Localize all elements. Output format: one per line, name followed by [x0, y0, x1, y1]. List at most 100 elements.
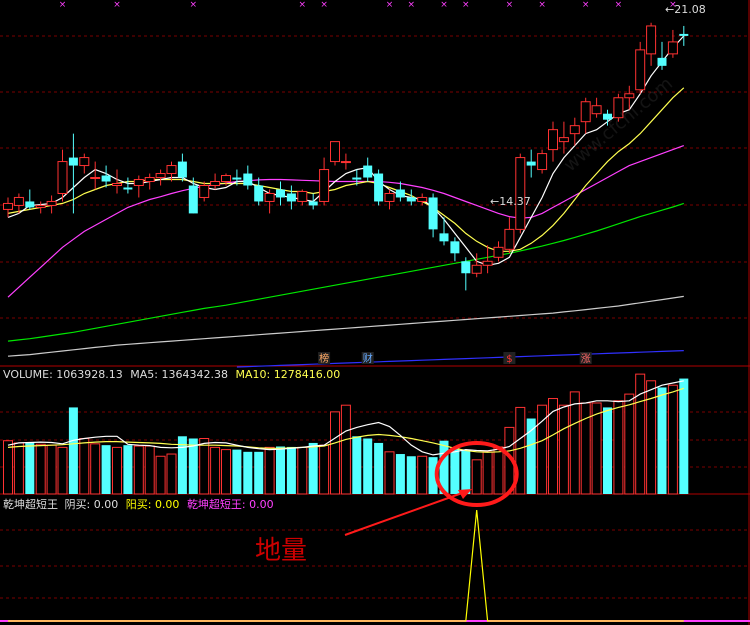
candle-body	[417, 196, 428, 202]
candle-body	[286, 193, 296, 202]
event-tag: 涨	[581, 353, 591, 365]
candle-body	[3, 202, 13, 210]
candle-body	[363, 165, 373, 178]
volume-bar	[79, 438, 90, 495]
event-tag: 榜	[319, 352, 329, 365]
candle-body	[199, 185, 210, 198]
candle-body	[35, 204, 46, 208]
volume-bar	[276, 446, 285, 494]
volume-ma10-label: MA10:	[235, 368, 271, 381]
candle-body	[406, 197, 416, 202]
candle-body	[90, 177, 101, 180]
volume-bar	[243, 451, 253, 494]
top-marker-x: ×	[320, 0, 328, 10]
candle-body	[264, 192, 275, 202]
candle-body	[558, 137, 569, 143]
volume-bar	[13, 442, 24, 495]
top-marker-x: ×	[440, 0, 448, 10]
volume-label: VOLUME:	[3, 368, 53, 381]
volume-bar	[363, 438, 373, 494]
yinbuy-label: 阴买:	[64, 498, 91, 511]
volume-bar	[657, 387, 667, 494]
volume-bar	[297, 446, 308, 495]
volume-bar	[264, 446, 275, 495]
volume-header: VOLUME: 1063928.13 MA5: 1364342.38 MA10:…	[3, 368, 340, 381]
volume-bar	[471, 459, 482, 495]
candle-body	[68, 157, 78, 166]
volume-ma5-label: MA5:	[130, 368, 158, 381]
candle-body	[515, 157, 526, 230]
volume-bar	[101, 445, 111, 494]
candle-body	[13, 196, 24, 206]
candle-body	[569, 125, 580, 135]
top-marker-x: ×	[299, 0, 307, 10]
volume-bar	[558, 404, 569, 495]
volume-bar	[374, 442, 384, 494]
volume-bar	[286, 446, 296, 494]
candle-body	[450, 241, 460, 254]
volume-bar	[112, 446, 122, 495]
candle-body	[352, 177, 362, 180]
event-tag: $	[506, 354, 512, 365]
candle-body	[243, 173, 253, 186]
volume-bar	[133, 445, 144, 495]
candle-body	[395, 189, 405, 198]
volume-bar	[144, 445, 155, 495]
volume-bar	[569, 391, 580, 495]
volume-bar	[493, 446, 504, 495]
volume-bar	[3, 440, 13, 495]
event-tag: 财	[363, 352, 373, 365]
candle-body	[580, 101, 591, 123]
candle-body	[188, 185, 198, 214]
volume-ma5-value: 1364342.38	[161, 368, 228, 381]
volume-bar	[308, 442, 318, 494]
candle-body	[166, 165, 177, 175]
candle-body	[297, 190, 308, 202]
candle-body	[493, 246, 504, 258]
top-marker-x: ×	[190, 0, 198, 10]
candle-body	[112, 183, 122, 186]
top-marker-x: ×	[506, 0, 514, 10]
candle-body	[482, 260, 493, 266]
volume-bar	[319, 444, 330, 495]
indicator-name2-label: 乾坤超短王:	[186, 498, 246, 511]
volume-value: 1063928.13	[56, 368, 123, 381]
candle-body	[548, 129, 558, 151]
yinbuy-value: 0.00	[93, 498, 119, 511]
top-marker-x: ×	[462, 0, 470, 10]
candle-body	[428, 197, 438, 230]
candle-body	[537, 153, 548, 171]
yangbuy-value: 0.00	[154, 498, 180, 511]
volume-bar	[123, 445, 133, 494]
volume-bar	[352, 436, 362, 494]
volume-bar	[46, 444, 57, 495]
candle-body	[439, 233, 449, 242]
volume-bar	[210, 446, 221, 495]
volume-bar	[450, 447, 460, 494]
volume-bar	[254, 451, 264, 494]
volume-bar	[90, 443, 101, 495]
volume-bar	[57, 446, 68, 495]
annotation-text: 地量	[255, 536, 308, 566]
top-marker-x: ×	[408, 0, 416, 10]
candle-body	[133, 179, 144, 186]
volume-bar	[679, 378, 689, 494]
candle-body	[504, 228, 515, 250]
candle-body	[646, 25, 657, 55]
volume-bar	[395, 454, 405, 494]
candle-body	[177, 161, 187, 178]
high-price-label: ←21.08	[665, 3, 706, 16]
volume-bar	[417, 455, 428, 495]
candle-body	[624, 93, 635, 99]
candle-body	[46, 200, 57, 206]
candle-body	[57, 161, 68, 194]
candle-body	[79, 157, 90, 167]
volume-bar	[667, 384, 678, 495]
top-marker-x: ×	[59, 0, 67, 10]
ma250-line	[236, 350, 684, 368]
volume-bar	[155, 455, 166, 495]
candle-body	[232, 177, 242, 180]
candle-body	[210, 181, 221, 186]
candle-body	[635, 49, 646, 91]
top-marker-x: ×	[582, 0, 590, 10]
